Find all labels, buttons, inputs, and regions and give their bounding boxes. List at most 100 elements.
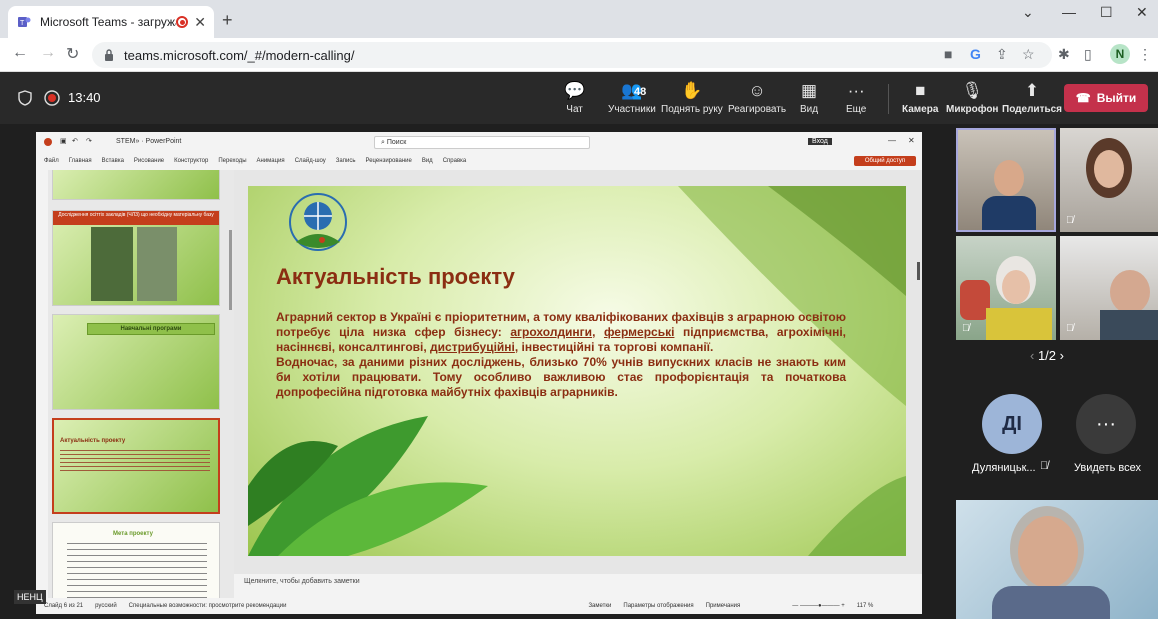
ppt-file-name: STEM» · PowerPoint (116, 138, 182, 145)
menu-animations[interactable]: Анимация (257, 158, 285, 164)
close-tab-icon[interactable]: ✕ (194, 14, 206, 31)
slide-thumbnail-pane[interactable]: 4 Дослідження осіттіх закладів (ЧЛЗ) що … (48, 170, 234, 598)
slide-thumbnail-3[interactable] (52, 170, 220, 200)
autosave-icon[interactable] (44, 138, 52, 146)
notes-field[interactable]: Щелкните, чтобы добавить заметки (234, 574, 922, 594)
next-page-icon[interactable]: › (1060, 348, 1064, 363)
leave-button[interactable]: ☎ Выйти (1064, 84, 1148, 112)
menu-help[interactable]: Справка (443, 158, 467, 164)
participants-button[interactable]: 👥 Участники (608, 80, 656, 115)
undo-icon[interactable]: ↶ (72, 137, 78, 145)
camera-button[interactable]: ■ Камера (902, 80, 938, 115)
slide-thumbnail-7[interactable]: Мета проекту (52, 522, 220, 598)
slide-canvas[interactable]: Актуальність проекту Аграрний сектор в У… (248, 186, 906, 556)
comments-toggle[interactable]: Примечания (706, 603, 741, 609)
notes-toggle[interactable]: Заметки (588, 603, 611, 609)
menu-file[interactable]: Файл (44, 158, 59, 164)
menu-view[interactable]: Вид (422, 158, 433, 164)
menu-record[interactable]: Запись (336, 158, 356, 164)
slide-editor: Актуальність проекту Аграрний сектор в У… (234, 170, 922, 574)
share-page-icon[interactable]: ⇪ (996, 46, 1008, 63)
ppt-minimize-icon[interactable]: — (888, 136, 896, 145)
video-tile-participant[interactable]: 🎙̸ (1060, 128, 1158, 232)
self-view-tile[interactable] (956, 500, 1158, 619)
slide-scrollbar[interactable] (917, 262, 920, 280)
tab-search-icon[interactable]: ⌄ (1022, 4, 1034, 21)
back-icon[interactable]: ← (12, 44, 28, 62)
slide-thumbnail-5[interactable]: Навчальні програми (52, 314, 220, 410)
presenter-name-label: НЕНЦ (14, 590, 46, 604)
slide-counter: Слайд 6 из 21 (44, 603, 84, 609)
slide-paragraph-2: Водночас, за даними різних досліджень, б… (276, 355, 846, 399)
see-all-button[interactable]: ··· (1076, 394, 1136, 454)
accessibility-status[interactable]: Специальные возможности: просмотрите рек… (129, 603, 287, 609)
url-field[interactable]: teams.microsoft.com/_#/modern-calling/ (92, 42, 1052, 68)
zoom-level[interactable]: 117 % (857, 603, 874, 609)
menu-slideshow[interactable]: Слайд-шоу (295, 158, 326, 164)
ppt-search-box[interactable]: ⌕ Поиск (374, 136, 590, 149)
menu-home[interactable]: Главная (69, 158, 92, 164)
language-indicator[interactable]: русский (95, 603, 117, 609)
see-all-label: Увидеть всех (1074, 462, 1141, 474)
browser-tab[interactable]: T Microsoft Teams - загружае ✕ (8, 6, 214, 38)
svg-text:T: T (20, 20, 25, 27)
side-panel-icon[interactable]: ▯ (1084, 46, 1092, 63)
new-tab-icon[interactable]: + (222, 10, 233, 31)
mic-muted-icon: 🎙̸ (1040, 460, 1049, 472)
menu-insert[interactable]: Вставка (102, 158, 124, 164)
slide-body: Аграрний сектор в Україні є пріоритетним… (276, 310, 846, 400)
view-button[interactable]: ▦ Вид (800, 80, 818, 115)
participant-face (1002, 270, 1030, 304)
chat-button[interactable]: 💬 Чат (564, 80, 585, 115)
react-button[interactable]: ☺ Реагировать (728, 80, 786, 115)
video-tile-speaker[interactable] (956, 128, 1056, 232)
maximize-icon[interactable]: ☐ (1100, 4, 1113, 21)
zoom-slider[interactable]: — ———●——— + (792, 603, 844, 609)
slide-title: Актуальність проекту (276, 264, 515, 289)
address-bar-row: ← → ↻ teams.microsoft.com/_#/modern-call… (0, 38, 1158, 72)
slide-thumbnail-4[interactable]: Дослідження осіттіх закладів (ЧЛЗ) що не… (52, 210, 220, 306)
extensions-icon[interactable]: ✱ (1058, 46, 1070, 63)
raise-hand-button[interactable]: ✋ Поднять руку (661, 80, 723, 115)
ppt-ribbon-menu: Файл Главная Вставка Рисование Конструкт… (36, 154, 922, 168)
participant-avatar[interactable]: ДІ (982, 394, 1042, 454)
tab-title: Microsoft Teams - загружае (40, 15, 177, 29)
thumbnail-scrollbar[interactable] (229, 230, 232, 310)
recording-indicator-icon (44, 90, 60, 106)
bookmark-star-icon[interactable]: ☆ (1022, 46, 1035, 63)
display-settings[interactable]: Параметры отображения (623, 603, 693, 609)
profile-avatar[interactable]: N (1110, 44, 1130, 64)
video-tile-participant[interactable]: 🎙̸ (956, 236, 1056, 340)
menu-review[interactable]: Рецензирование (365, 158, 411, 164)
menu-design[interactable]: Конструктор (174, 158, 208, 164)
participant-body (982, 196, 1036, 230)
browser-tabbar: T Microsoft Teams - загружае ✕ + ⌄ — ☐ ✕ (0, 0, 1158, 38)
reload-icon[interactable]: ↻ (66, 44, 79, 64)
save-icon[interactable]: ▣ (60, 137, 67, 145)
ppt-status-bar: Слайд 6 из 21 русский Специальные возмож… (36, 598, 922, 614)
google-icon[interactable]: G (970, 46, 981, 62)
phone-hangup-icon: ☎ (1075, 91, 1091, 105)
minimize-icon[interactable]: — (1062, 4, 1076, 20)
video-tile-participant[interactable]: 🎙̸ (1060, 236, 1158, 340)
ppt-share-button[interactable]: Общий доступ (854, 156, 916, 166)
mic-button[interactable]: 🎙 Микрофон (946, 80, 998, 115)
browser-menu-icon[interactable]: ⋮ (1138, 46, 1152, 63)
mic-muted-icon: 🎙̸ (962, 323, 970, 334)
forward-icon[interactable]: → (40, 44, 56, 62)
mic-muted-icon: 🎙̸ (1066, 215, 1074, 226)
ppt-account[interactable]: Вход (808, 138, 832, 145)
ppt-close-icon[interactable]: ✕ (908, 136, 915, 145)
share-tray-icon: ⬆ (1024, 81, 1040, 100)
more-button[interactable]: ··· Еще (846, 80, 866, 115)
share-screen-button[interactable]: ⬆ Поделиться (1002, 80, 1062, 115)
thumbnail-text-lines (67, 543, 207, 598)
prev-page-icon[interactable]: ‹ (1030, 348, 1038, 363)
camera-permission-icon[interactable]: ■ (944, 46, 952, 62)
menu-draw[interactable]: Рисование (134, 158, 164, 164)
close-window-icon[interactable]: ✕ (1136, 4, 1148, 21)
slide-thumbnail-6-selected[interactable]: Актуальність проекту (52, 418, 220, 514)
thumbnail-title: Дослідження осіттіх закладів (ЧЛЗ) що не… (53, 211, 219, 225)
redo-icon[interactable]: ↷ (86, 137, 92, 145)
menu-transitions[interactable]: Переходы (218, 158, 246, 164)
